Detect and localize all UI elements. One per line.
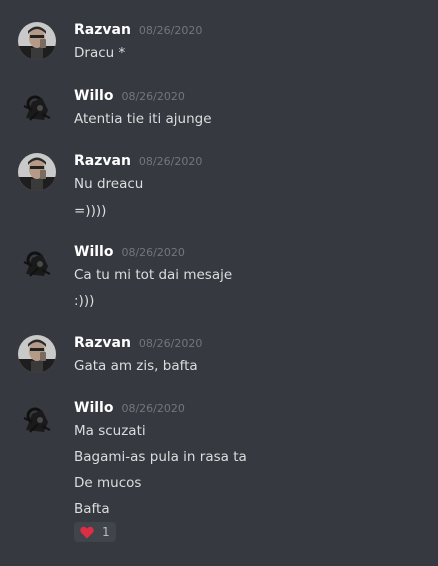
- reaction-count: 1: [102, 525, 110, 539]
- message-header: Willo 08/26/2020: [74, 400, 185, 420]
- razvan-avatar[interactable]: [18, 335, 56, 373]
- message-text: Ma scuzati: [74, 423, 146, 439]
- username[interactable]: Willo: [74, 88, 113, 104]
- timestamp: 08/26/2020: [138, 24, 203, 37]
- message-text: =)))): [74, 203, 107, 219]
- username[interactable]: Willo: [74, 244, 113, 260]
- username[interactable]: Razvan: [74, 153, 131, 169]
- timestamp: 08/26/2020: [121, 90, 185, 103]
- message-text: Dracu *: [74, 45, 126, 61]
- timestamp: 08/26/2020: [121, 246, 185, 259]
- razvan-avatar[interactable]: [18, 153, 56, 191]
- timestamp: 08/26/2020: [138, 337, 203, 350]
- message-text: Ca tu mi tot dai mesaje: [74, 267, 233, 283]
- message-header: Razvan 08/26/2020: [74, 153, 202, 173]
- message-header: Razvan 08/26/2020: [74, 22, 202, 42]
- message-text: :))): [74, 293, 95, 309]
- heart-icon: [80, 526, 94, 538]
- razvan-avatar[interactable]: [18, 22, 56, 60]
- message-text: Gata am zis, bafta: [74, 358, 198, 374]
- message-text: De mucos: [74, 475, 142, 491]
- willo-avatar[interactable]: [18, 88, 56, 126]
- username[interactable]: Razvan: [74, 335, 131, 351]
- message-text: Atentia tie iti ajunge: [74, 111, 212, 127]
- willo-avatar[interactable]: [18, 400, 56, 438]
- timestamp: 08/26/2020: [121, 402, 185, 415]
- message-text: Nu dreacu: [74, 176, 144, 192]
- chat-messages: Razvan 08/26/2020 Dracu * Willo 08/26/20…: [0, 0, 438, 566]
- message-text: Bagami-as pula in rasa ta: [74, 449, 247, 465]
- username[interactable]: Willo: [74, 400, 113, 416]
- heart-reaction[interactable]: 1: [74, 522, 116, 542]
- willo-avatar[interactable]: [18, 244, 56, 282]
- message-header: Razvan 08/26/2020: [74, 335, 202, 355]
- username[interactable]: Razvan: [74, 22, 131, 38]
- message-header: Willo 08/26/2020: [74, 88, 185, 108]
- timestamp: 08/26/2020: [138, 155, 203, 168]
- message-header: Willo 08/26/2020: [74, 244, 185, 264]
- message-text: Bafta: [74, 501, 110, 517]
